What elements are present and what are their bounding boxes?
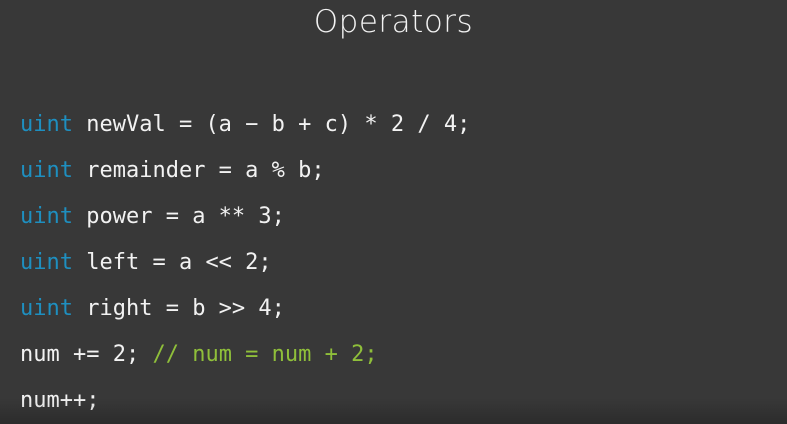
type-keyword: uint [20,296,73,321]
code-line-power: uint power = a ** 3; [20,194,780,240]
slide-title: Operators [313,4,474,40]
bottom-shade [0,398,787,424]
code-text: right = b >> 4; [86,296,285,321]
code-line-remainder: uint remainder = a % b; [20,148,780,194]
code-line-newval: uint newVal = (a − b + c) * 2 / 4; [20,102,780,148]
type-keyword: uint [20,112,73,137]
slide: Operators uint newVal = (a − b + c) * 2 … [0,0,787,424]
type-keyword: uint [20,158,73,183]
code-line-right: uint right = b >> 4; [20,286,780,332]
code-line-num-add: num += 2; // num = num + 2; [20,332,780,378]
code-comment: // num = num + 2; [152,342,378,367]
code-line-left: uint left = a << 2; [20,240,780,286]
code-text: left = a << 2; [86,250,272,275]
code-block: uint newVal = (a − b + c) * 2 / 4; uint … [20,102,780,424]
code-text: newVal = (a − b + c) * 2 / 4; [86,112,471,137]
type-keyword: uint [20,204,73,229]
type-keyword: uint [20,250,73,275]
code-text: remainder = a % b; [86,158,325,183]
code-text: num += 2; [20,342,140,367]
code-text: power = a ** 3; [86,204,285,229]
